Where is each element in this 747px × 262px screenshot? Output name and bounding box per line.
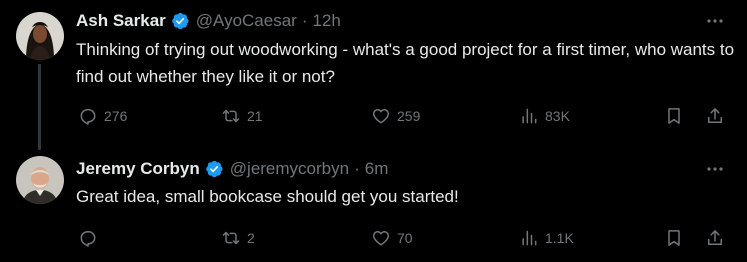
more-horizontal-icon[interactable] (705, 159, 725, 179)
separator-dot: · (301, 11, 308, 30)
repost-button[interactable]: 21 (221, 104, 263, 128)
reply-button[interactable] (78, 226, 98, 250)
author-name[interactable]: Ash Sarkar (76, 11, 166, 31)
tweet[interactable]: Jeremy Corbyn @jeremycorbyn · 6m Great i… (0, 140, 747, 262)
views-button[interactable]: 1.1K (519, 226, 574, 250)
bookmark-icon (668, 108, 680, 124)
avatar[interactable] (16, 12, 64, 60)
repost-icon (222, 231, 240, 245)
author-handle[interactable]: @AyoCaesar (196, 11, 297, 31)
bookmark-icon (668, 230, 680, 246)
verified-badge-icon (170, 11, 190, 31)
timestamp[interactable]: 6m (365, 159, 389, 179)
author-name[interactable]: Jeremy Corbyn (76, 159, 200, 179)
tweet-header: Jeremy Corbyn @jeremycorbyn · 6m (76, 158, 388, 180)
tweet[interactable]: Ash Sarkar @AyoCaesar · 12h Thinking of … (0, 0, 747, 150)
action-bar: 2 70 1.1K (76, 226, 729, 250)
timestamp[interactable]: 12h (313, 11, 341, 31)
reply-button[interactable]: 276 (78, 104, 127, 128)
share-icon (708, 108, 722, 123)
heart-icon (372, 231, 390, 246)
views-bar-chart-icon (522, 230, 537, 246)
share-icon (708, 230, 722, 245)
more-horizontal-icon[interactable] (705, 11, 725, 31)
like-count: 259 (397, 108, 421, 124)
separator-dot: · (354, 159, 360, 178)
tweet-header: Ash Sarkar @AyoCaesar · 12h (76, 10, 341, 32)
avatar[interactable] (16, 156, 64, 204)
reply-icon (80, 231, 96, 247)
tweet-text: Thinking of trying out woodworking - wha… (76, 40, 735, 86)
repost-button[interactable]: 2 (221, 226, 255, 250)
reply-icon (80, 109, 96, 125)
bookmark-button[interactable] (664, 104, 684, 128)
thread-connector (38, 64, 41, 150)
like-button[interactable]: 70 (371, 226, 413, 250)
like-button[interactable]: 259 (371, 104, 420, 128)
tweet-text: Great idea, small bookcase should get yo… (76, 187, 459, 206)
heart-icon (372, 109, 390, 124)
share-button[interactable] (705, 226, 725, 250)
repost-count: 2 (247, 230, 255, 246)
views-button[interactable]: 83K (519, 104, 570, 128)
action-bar: 276 21 259 83K (76, 104, 729, 128)
views-bar-chart-icon (522, 108, 537, 124)
bookmark-button[interactable] (664, 226, 684, 250)
like-count: 70 (397, 230, 413, 246)
share-button[interactable] (705, 104, 725, 128)
verified-badge-icon (204, 159, 224, 179)
repost-count: 21 (247, 108, 263, 124)
views-count: 1.1K (545, 230, 574, 246)
repost-icon (222, 109, 240, 123)
reply-count: 276 (104, 108, 128, 124)
author-handle[interactable]: @jeremycorbyn (230, 159, 349, 179)
views-count: 83K (545, 108, 570, 124)
